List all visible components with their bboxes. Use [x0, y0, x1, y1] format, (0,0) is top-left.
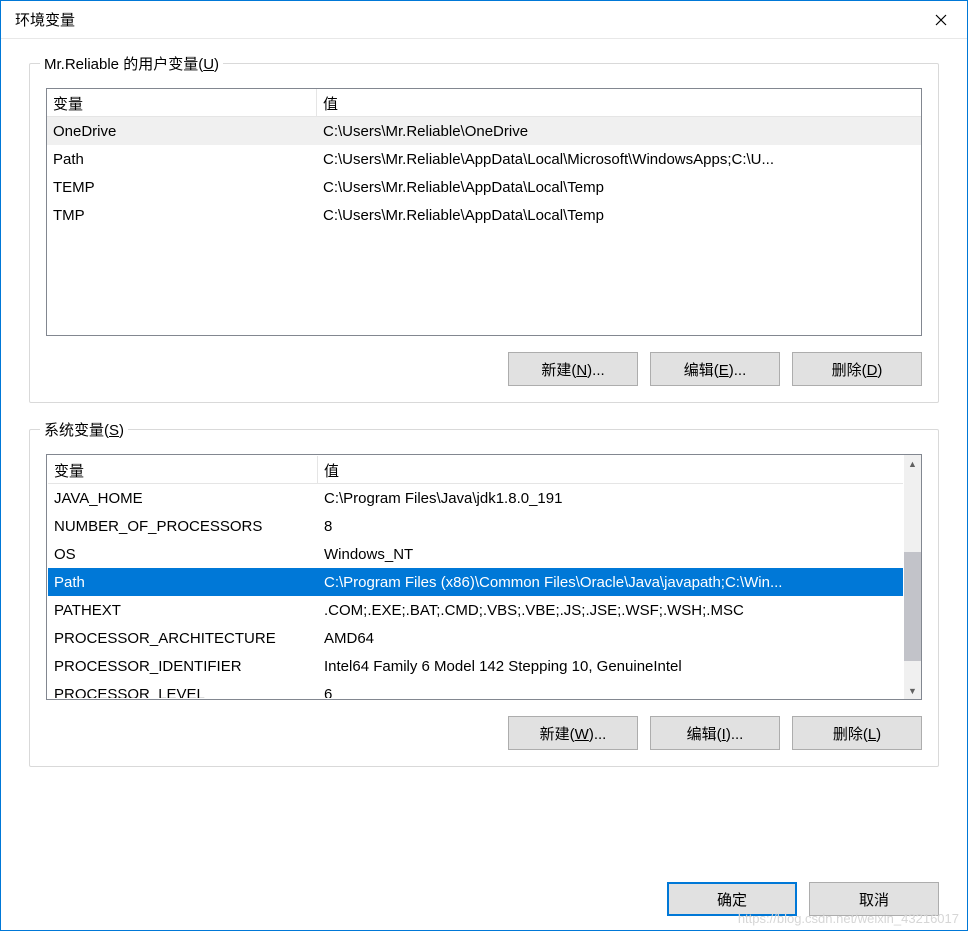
cell-value: Windows_NT [318, 543, 903, 566]
user-buttons-row: 新建(N)... 编辑(E)... 删除(D) [46, 352, 922, 386]
cell-value: Intel64 Family 6 Model 142 Stepping 10, … [318, 655, 903, 678]
cell-value: C:\Program Files (x86)\Common Files\Orac… [318, 571, 903, 594]
user-vars-table[interactable]: 变量 值 OneDriveC:\Users\Mr.Reliable\OneDri… [46, 88, 922, 336]
table-row[interactable]: PROCESSOR_LEVEL6 [48, 680, 903, 698]
env-vars-dialog: 环境变量 Mr.Reliable 的用户变量(U) 变量 值 OneDriveC… [0, 0, 968, 931]
table-row[interactable]: PROCESSOR_ARCHITECTUREAMD64 [48, 624, 903, 652]
table-row[interactable]: JAVA_HOMEC:\Program Files\Java\jdk1.8.0_… [48, 484, 903, 512]
system-buttons-row: 新建(W)... 编辑(I)... 删除(L) [46, 716, 922, 750]
cell-variable: Path [47, 148, 317, 171]
cell-variable: JAVA_HOME [48, 487, 318, 510]
table-row[interactable]: PathC:\Program Files (x86)\Common Files\… [48, 568, 903, 596]
cell-variable: PROCESSOR_LEVEL [48, 683, 318, 699]
table-row[interactable]: PathC:\Users\Mr.Reliable\AppData\Local\M… [47, 145, 921, 173]
cell-value: 6 [318, 683, 903, 699]
cell-variable: PROCESSOR_IDENTIFIER [48, 655, 318, 678]
titlebar: 环境变量 [1, 1, 967, 39]
cell-variable: OneDrive [47, 120, 317, 143]
ok-button[interactable]: 确定 [667, 882, 797, 916]
cell-value: .COM;.EXE;.BAT;.CMD;.VBS;.VBE;.JS;.JSE;.… [318, 599, 903, 622]
system-vars-label: 系统变量(S) [40, 419, 128, 440]
table-row[interactable]: PATHEXT.COM;.EXE;.BAT;.CMD;.VBS;.VBE;.JS… [48, 596, 903, 624]
close-icon [935, 14, 947, 26]
scroll-up-icon[interactable]: ▲ [904, 455, 921, 472]
header-variable[interactable]: 变量 [48, 456, 318, 483]
user-edit-button[interactable]: 编辑(E)... [650, 352, 780, 386]
system-scrollbar[interactable]: ▲ ▼ [904, 455, 921, 699]
table-row[interactable]: NUMBER_OF_PROCESSORS8 [48, 512, 903, 540]
cell-variable: OS [48, 543, 318, 566]
cell-variable: TMP [47, 204, 317, 227]
user-delete-button[interactable]: 删除(D) [792, 352, 922, 386]
header-value[interactable]: 值 [317, 89, 921, 116]
window-title: 环境变量 [15, 9, 75, 30]
header-variable[interactable]: 变量 [47, 89, 317, 116]
user-new-button[interactable]: 新建(N)... [508, 352, 638, 386]
system-vars-group: 系统变量(S) 变量 值 JAVA_HOMEC:\Program Files\J… [29, 429, 939, 767]
scroll-track[interactable] [904, 472, 921, 682]
table-row[interactable]: TEMPC:\Users\Mr.Reliable\AppData\Local\T… [47, 173, 921, 201]
system-table-header: 变量 值 [48, 456, 903, 484]
cell-variable: PATHEXT [48, 599, 318, 622]
cell-variable: TEMP [47, 176, 317, 199]
user-table-header: 变量 值 [47, 89, 921, 117]
cell-value: C:\Users\Mr.Reliable\OneDrive [317, 120, 921, 143]
system-vars-table[interactable]: 变量 值 JAVA_HOMEC:\Program Files\Java\jdk1… [46, 454, 922, 700]
user-vars-group: Mr.Reliable 的用户变量(U) 变量 值 OneDriveC:\Use… [29, 63, 939, 403]
system-delete-button[interactable]: 删除(L) [792, 716, 922, 750]
table-row[interactable]: OneDriveC:\Users\Mr.Reliable\OneDrive [47, 117, 921, 145]
system-edit-button[interactable]: 编辑(I)... [650, 716, 780, 750]
table-row[interactable]: PROCESSOR_IDENTIFIERIntel64 Family 6 Mod… [48, 652, 903, 680]
dialog-footer: 确定 取消 [1, 876, 967, 930]
cell-variable: NUMBER_OF_PROCESSORS [48, 515, 318, 538]
cell-variable: Path [48, 571, 318, 594]
cell-value: C:\Program Files\Java\jdk1.8.0_191 [318, 487, 903, 510]
table-row[interactable]: OSWindows_NT [48, 540, 903, 568]
cell-value: AMD64 [318, 627, 903, 650]
dialog-content: Mr.Reliable 的用户变量(U) 变量 值 OneDriveC:\Use… [1, 39, 967, 876]
cell-value: C:\Users\Mr.Reliable\AppData\Local\Temp [317, 204, 921, 227]
user-vars-label: Mr.Reliable 的用户变量(U) [40, 53, 223, 74]
scroll-down-icon[interactable]: ▼ [904, 682, 921, 699]
scroll-thumb[interactable] [904, 552, 921, 661]
header-value[interactable]: 值 [318, 456, 903, 483]
cell-value: C:\Users\Mr.Reliable\AppData\Local\Micro… [317, 148, 921, 171]
table-row[interactable]: TMPC:\Users\Mr.Reliable\AppData\Local\Te… [47, 201, 921, 229]
system-new-button[interactable]: 新建(W)... [508, 716, 638, 750]
cancel-button[interactable]: 取消 [809, 882, 939, 916]
cell-value: C:\Users\Mr.Reliable\AppData\Local\Temp [317, 176, 921, 199]
close-button[interactable] [915, 1, 967, 39]
cell-variable: PROCESSOR_ARCHITECTURE [48, 627, 318, 650]
cell-value: 8 [318, 515, 903, 538]
